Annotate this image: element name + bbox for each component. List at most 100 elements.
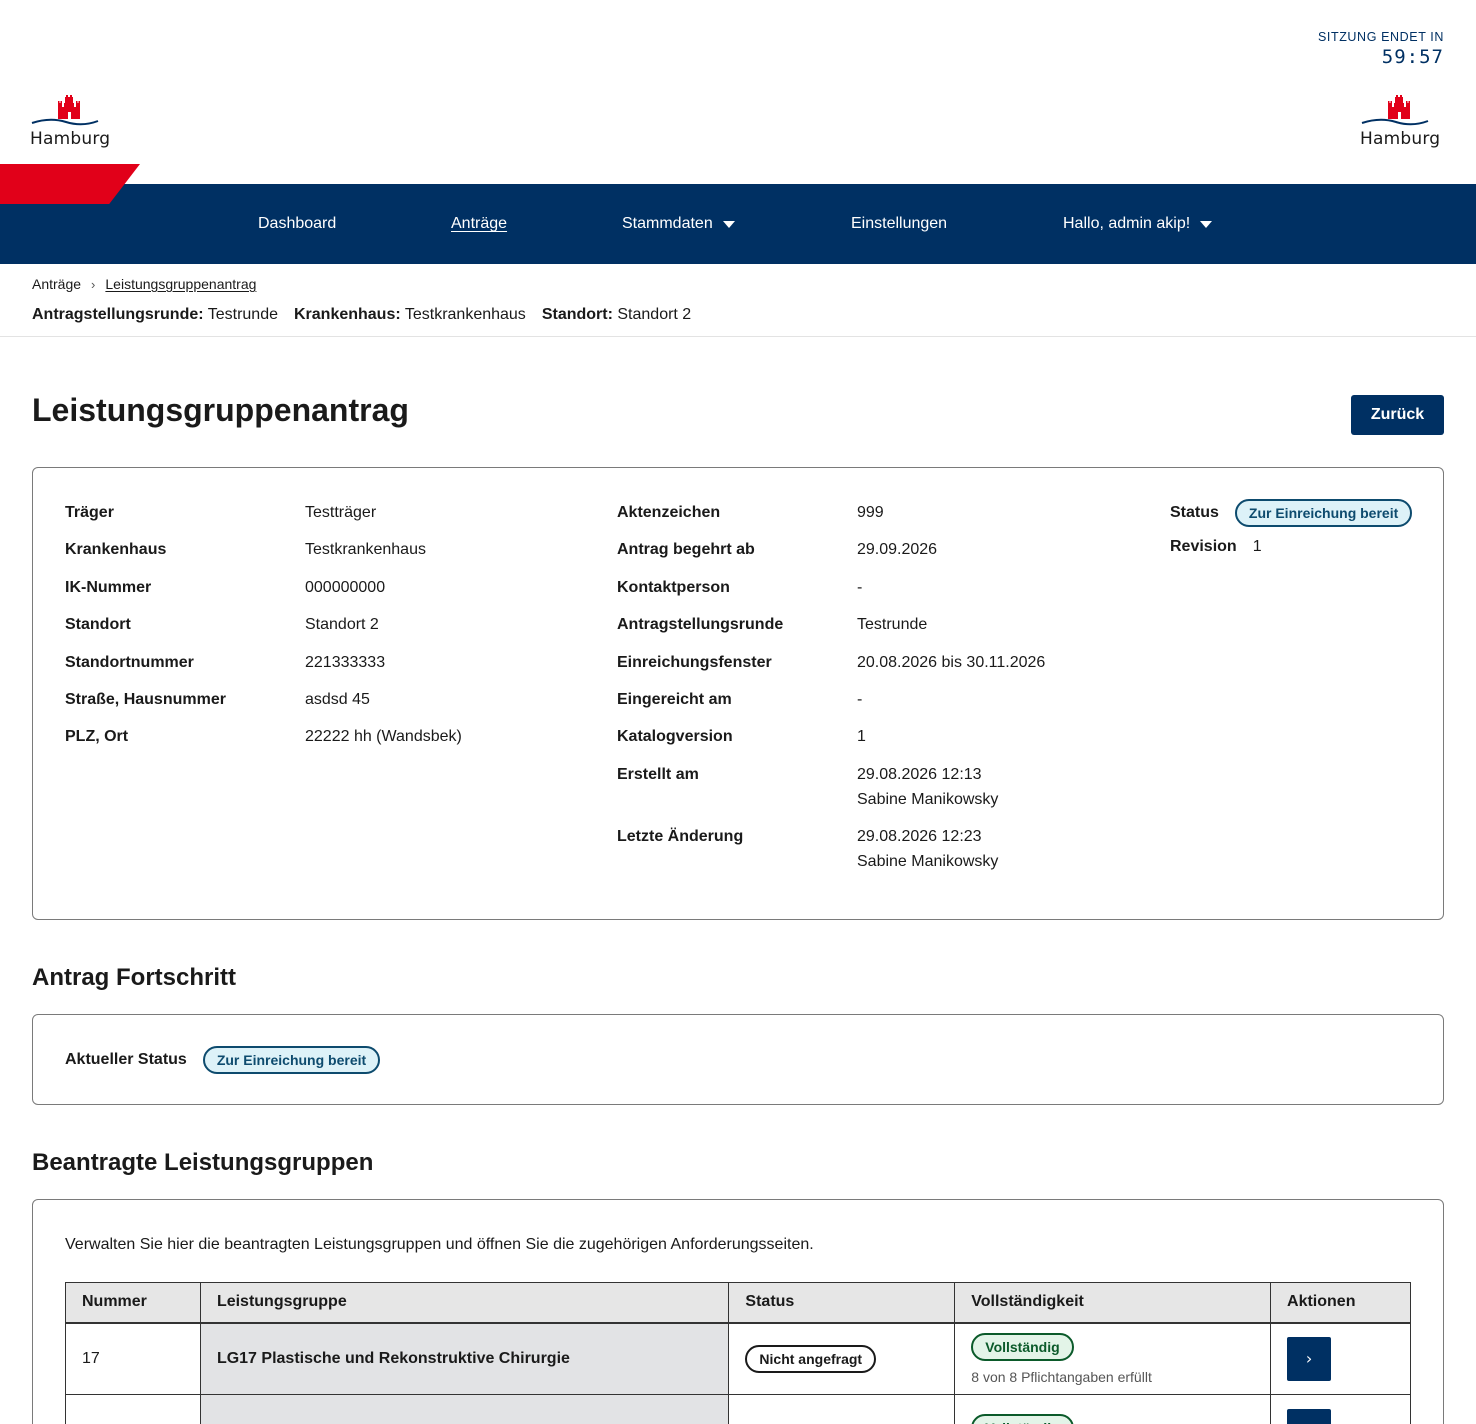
info-value-line: 000000000 xyxy=(305,578,386,596)
logo-text: Hamburg xyxy=(30,129,111,149)
status-badge: Zur Einreichung bereit xyxy=(1234,499,1413,527)
info-value-line: asdsd 45 xyxy=(305,691,370,708)
info-label: Standortnummer xyxy=(65,653,194,671)
info-label: Aktenzeichen xyxy=(617,504,721,521)
context-bar: Antragstellungsrunde: Testrunde Krankenh… xyxy=(32,306,691,324)
row-complete-badge: Vollständig xyxy=(971,1413,1074,1424)
col-status: Status xyxy=(728,1282,956,1324)
groups-card: Verwalten Sie hier die beantragten Leist… xyxy=(32,1199,1444,1424)
info-label: Letzte Änderung xyxy=(617,828,744,846)
info-value: 22222 hh (Wandsbek) xyxy=(305,724,462,749)
info-label: Antrag begehrt ab xyxy=(617,541,755,559)
context-runde-label: Antragstellungsrunde: xyxy=(32,306,204,323)
context-krankenhaus: Krankenhaus: Testkrankenhaus xyxy=(294,306,526,324)
revision-row: Revision 1 xyxy=(1170,538,1262,556)
revision-value: 1 xyxy=(1252,538,1262,555)
main-navigation: Dashboard Anträge Stammdaten Einstellung… xyxy=(0,184,1476,264)
info-value-line: Sabine Manikowsky xyxy=(857,853,999,871)
col-leistungsgruppe: Leistungsgruppe xyxy=(199,1282,730,1324)
row-leistungsgruppe: LG17 Plastische und Rekonstruktive Chiru… xyxy=(199,1322,730,1395)
caret-down-icon xyxy=(1200,220,1213,228)
info-label: Straße, Hausnummer xyxy=(65,691,226,708)
progress-card: Aktueller Status Zur Einreichung bereit xyxy=(32,1014,1444,1105)
info-value-line: 22222 hh (Wandsbek) xyxy=(305,728,462,746)
info-value-line: Sabine Manikowsky xyxy=(857,790,999,808)
col-aktionen: Aktionen xyxy=(1270,1282,1411,1324)
info-value-line: 29.09.2026 xyxy=(857,541,938,559)
nav-einstellungen[interactable]: Einstellungen xyxy=(851,184,947,264)
info-label: Krankenhaus xyxy=(65,541,167,559)
context-standort-label: Standort: xyxy=(541,306,613,323)
chevron-right-icon: › xyxy=(91,276,96,292)
info-value: 1 xyxy=(857,724,866,749)
context-runde-value: Testrunde xyxy=(207,306,278,323)
col-vollstaendigkeit: Vollständigkeit xyxy=(954,1282,1272,1324)
table-row: Vollständig › xyxy=(65,1394,1411,1424)
header-divider xyxy=(0,336,1476,337)
info-value: 20.08.2026 bis 30.11.2026 xyxy=(857,650,1045,675)
row-status-badge: Nicht angefragt xyxy=(745,1344,877,1373)
breadcrumb: Anträge › Leistungsgruppenantrag xyxy=(32,276,256,292)
session-label: SITZUNG ENDET IN xyxy=(1317,30,1444,44)
revision-label: Revision xyxy=(1170,538,1237,555)
info-value: 999 xyxy=(857,500,884,525)
hamburg-logo-left[interactable]: Hamburg xyxy=(30,95,114,155)
info-value: Testkrankenhaus xyxy=(305,537,426,562)
current-status-badge: Zur Einreichung bereit xyxy=(202,1046,381,1074)
info-value-line: Testkrankenhaus xyxy=(305,541,426,559)
row-status-cell xyxy=(728,1394,956,1424)
context-kh-value: Testkrankenhaus xyxy=(404,306,526,323)
session-time: 59:57 xyxy=(1381,46,1444,68)
open-group-button[interactable]: › xyxy=(1287,1408,1332,1424)
logo-text: Hamburg xyxy=(1360,129,1441,149)
info-value: 29.08.2026 12:13 Sabine Manikowsky xyxy=(857,762,998,812)
info-label: Einreichungsfenster xyxy=(617,653,772,671)
info-label: Antragstellungsrunde xyxy=(617,616,784,634)
table-row: 17 LG17 Plastische und Rekonstruktive Ch… xyxy=(65,1322,1411,1395)
nav-dashboard-label: Dashboard xyxy=(258,215,337,232)
table-header-row: Nummer Leistungsgruppe Status Vollständi… xyxy=(65,1282,1411,1324)
info-value-line: Testträger xyxy=(305,504,377,521)
nav-user-menu[interactable]: Hallo, admin akip! xyxy=(1063,184,1213,264)
info-value-line: - xyxy=(857,691,863,708)
nav-einstellungen-label: Einstellungen xyxy=(851,215,948,232)
row-nummer: 17 xyxy=(65,1322,201,1395)
nav-dashboard[interactable]: Dashboard xyxy=(258,184,336,264)
row-complete-badge: Vollständig xyxy=(971,1332,1074,1361)
context-standort-value: Standort 2 xyxy=(617,306,692,323)
info-value: asdsd 45 xyxy=(305,687,370,712)
current-status-row: Aktueller Status Zur Einreichung bereit xyxy=(65,1046,381,1074)
hamburg-logo-right: Hamburg xyxy=(1360,95,1444,155)
context-standort: Standort: Standort 2 xyxy=(542,306,691,324)
back-button[interactable]: Zurück xyxy=(1351,395,1444,435)
info-value-line: 221333333 xyxy=(305,653,386,671)
row-complete-cell: Vollständig 8 von 8 Pflichtangaben erfül… xyxy=(954,1322,1272,1395)
application-info-card: Träger Testträger Krankenhaus Testkrankenha… xyxy=(32,467,1444,920)
site-header: SITZUNG ENDET IN 59:57 Hamburg Hamburg D… xyxy=(0,0,1476,264)
info-value-line: 20.08.2026 bis 30.11.2026 xyxy=(857,653,1046,671)
col-nummer: Nummer xyxy=(65,1282,201,1324)
context-runde: Antragstellungsrunde: Testrunde xyxy=(32,306,278,324)
open-group-button[interactable]: › xyxy=(1287,1336,1332,1381)
nav-antraege[interactable]: Anträge xyxy=(451,184,507,264)
nav-stammdaten[interactable]: Stammdaten xyxy=(622,184,735,264)
groups-title: Beantragte Leistungsgruppen xyxy=(32,1149,374,1176)
row-complete-cell: Vollständig xyxy=(954,1394,1272,1424)
breadcrumb-antraege[interactable]: Anträge xyxy=(32,276,81,292)
info-value-line: Testrunde xyxy=(857,616,928,634)
info-value: Testrunde xyxy=(857,612,927,637)
hamburg-castle-icon xyxy=(1361,95,1429,126)
info-value: 000000000 xyxy=(305,575,385,600)
caret-down-icon xyxy=(722,220,735,228)
info-label: Erstellt am xyxy=(617,765,699,783)
info-label: IK-Nummer xyxy=(65,578,152,596)
info-value: 29.08.2026 12:23 Sabine Manikowsky xyxy=(857,824,998,874)
info-label: Träger xyxy=(65,504,114,521)
status-row: Status Zur Einreichung bereit xyxy=(1170,499,1413,527)
info-value-line: 999 xyxy=(857,504,884,521)
info-value-line: 29.08.2026 12:23 xyxy=(857,828,982,846)
row-leistungsgruppe xyxy=(199,1394,730,1424)
breadcrumb-current[interactable]: Leistungsgruppenantrag xyxy=(105,276,256,292)
info-value-line: 1 xyxy=(857,728,866,746)
info-value: - xyxy=(857,687,862,712)
